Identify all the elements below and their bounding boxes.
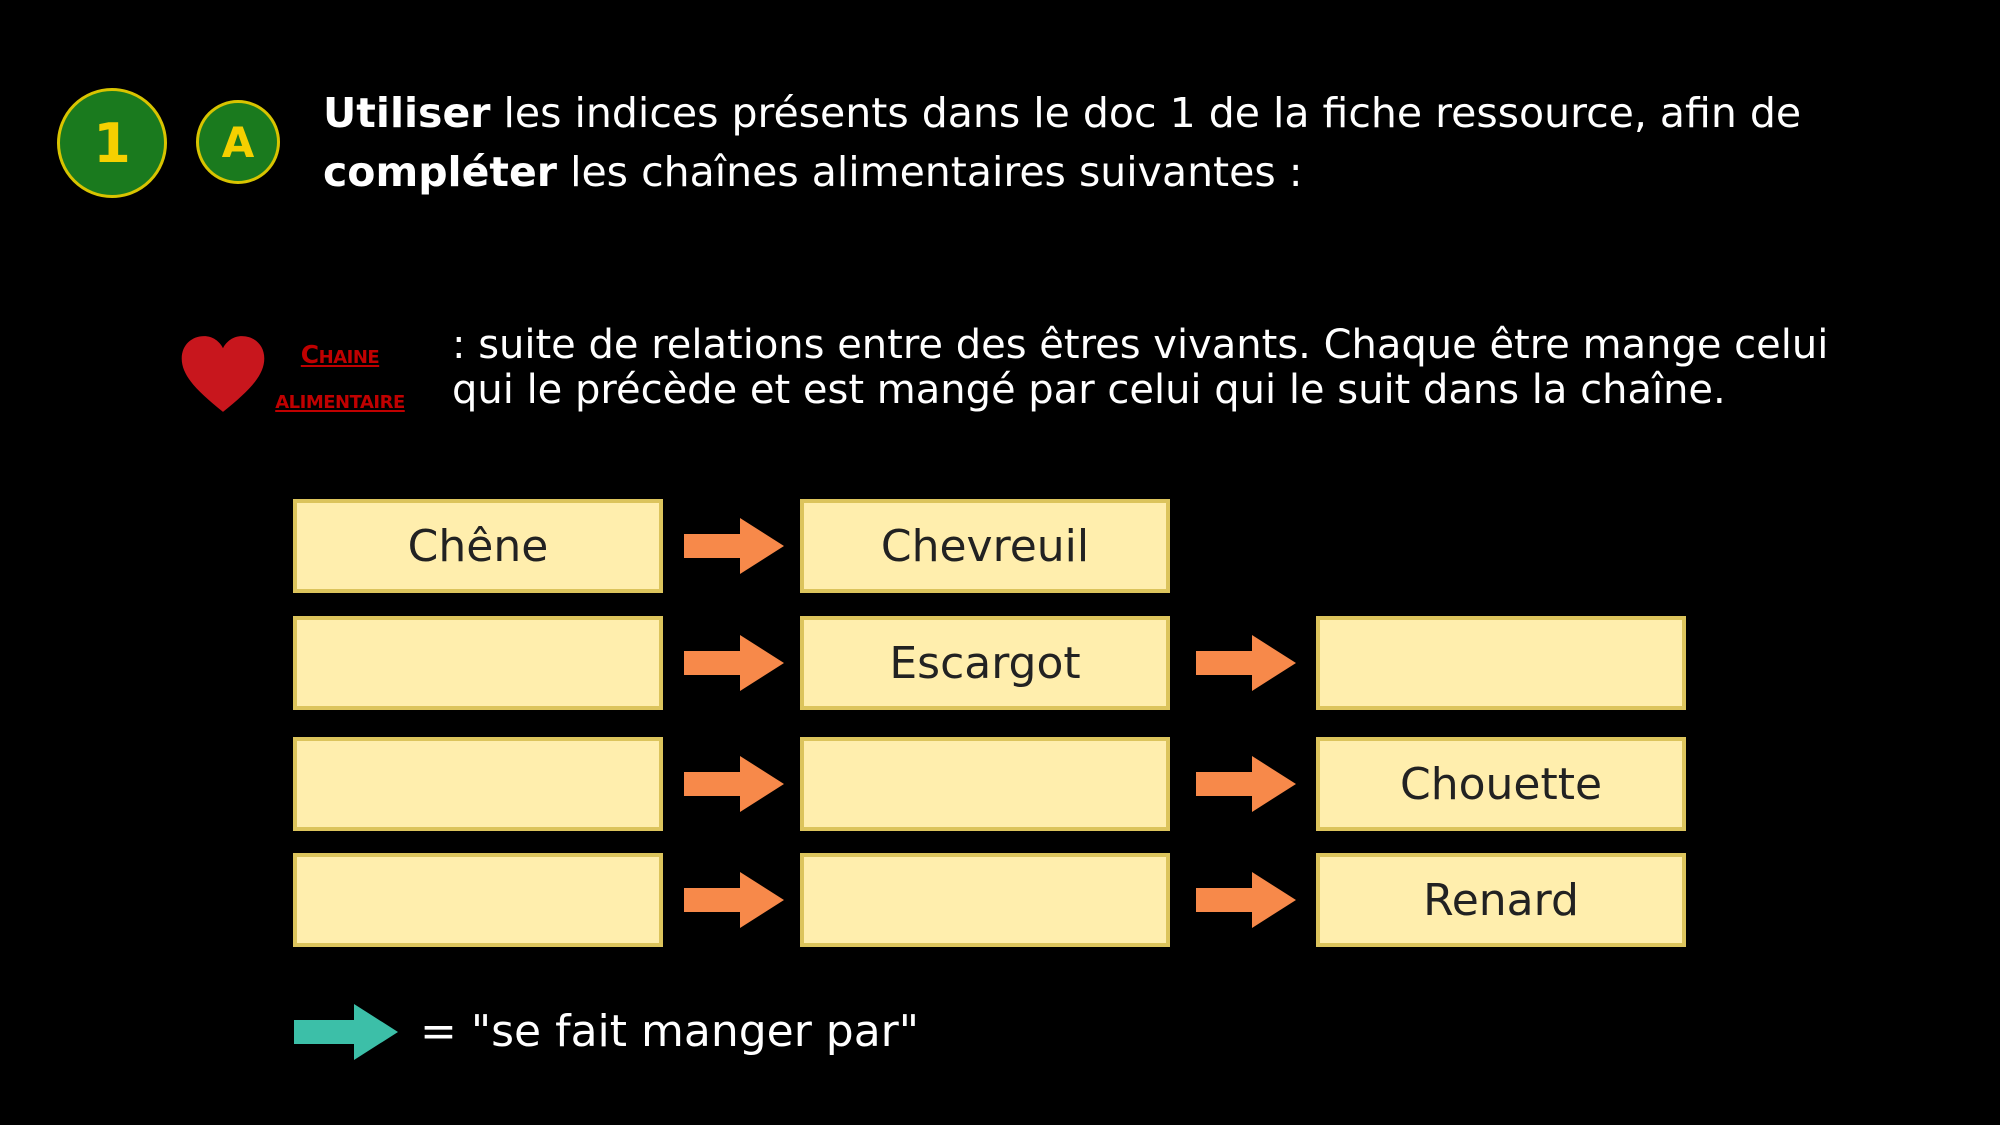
arrow-icon (684, 518, 784, 574)
chain3-box1[interactable] (293, 737, 663, 831)
chain4-box2[interactable] (800, 853, 1170, 947)
chain3-box3-label: Chouette (1399, 758, 1603, 810)
chain1-box1: Chêne (293, 499, 663, 593)
chain3-box3: Chouette (1316, 737, 1686, 831)
arrow-icon (1196, 635, 1296, 691)
part-letter: A (221, 117, 255, 167)
definition-term-line2: alimentaire (275, 385, 405, 414)
chain1-box2-label: Chevreuil (880, 520, 1090, 572)
chain2-box2: Escargot (800, 616, 1170, 710)
definition-line1: : suite de relations entre des êtres viv… (452, 322, 1829, 368)
chain4-box1[interactable] (293, 853, 663, 947)
chain2-box2-label: Escargot (889, 637, 1081, 689)
arrow-icon (1196, 872, 1296, 928)
arrow-icon (684, 872, 784, 928)
instruction-part1: les indices présents dans le doc 1 de la… (490, 89, 1802, 137)
chain4-box3-label: Renard (1423, 874, 1579, 926)
definition-term: Chaine alimentaire (254, 332, 426, 422)
chain3-box2[interactable] (800, 737, 1170, 831)
step-number-badge: 1 (57, 88, 167, 198)
instruction-bold-completer: compléter (323, 148, 558, 196)
arrow-icon (684, 635, 784, 691)
arrow-icon (684, 756, 784, 812)
definition-text: : suite de relations entre des êtres viv… (452, 323, 1982, 413)
definition-term-line1: Chaine (300, 340, 380, 369)
instruction-bold-utiliser: Utiliser (323, 89, 491, 137)
chain4-box3: Renard (1316, 853, 1686, 947)
definition-line2: qui le précède et est mangé par celui qu… (452, 367, 1726, 413)
chain1-box2: Chevreuil (800, 499, 1170, 593)
chain2-box3[interactable] (1316, 616, 1686, 710)
legend-arrow-icon (294, 1004, 398, 1060)
part-letter-badge: A (196, 100, 280, 184)
step-number: 1 (93, 111, 131, 175)
chain2-box1[interactable] (293, 616, 663, 710)
chain1-box1-label: Chêne (407, 520, 549, 572)
arrow-icon (1196, 756, 1296, 812)
instruction-part2: les chaînes alimentaires suivantes : (557, 148, 1303, 196)
instruction-text: Utiliser les indices présents dans le do… (323, 84, 1923, 202)
legend-text: = "se fait manger par" (420, 1006, 919, 1057)
